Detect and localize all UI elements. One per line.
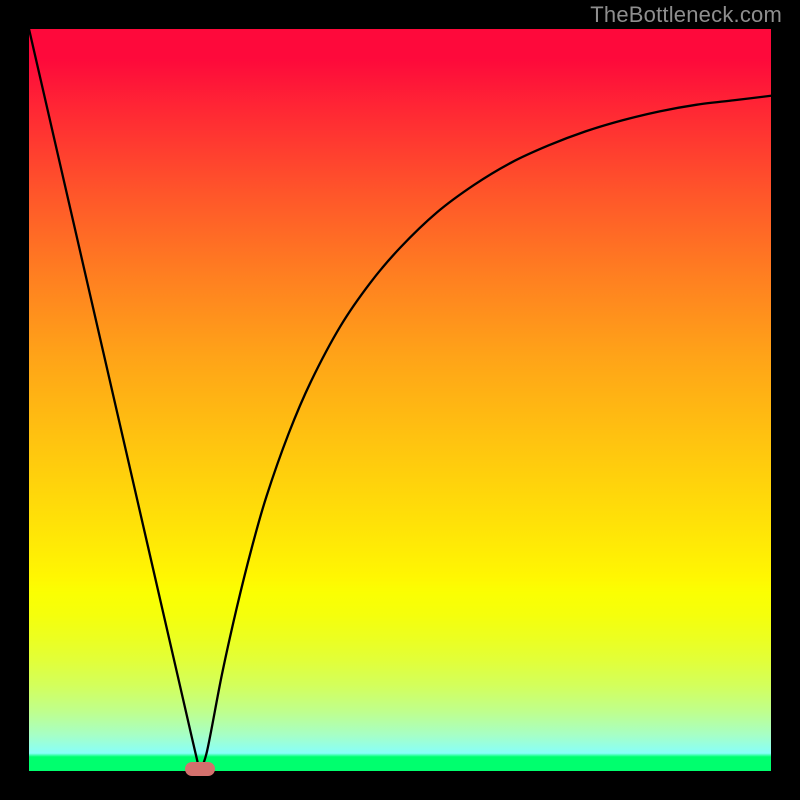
curve-svg (29, 29, 771, 771)
plot-area (29, 29, 771, 771)
watermark-text: TheBottleneck.com (590, 2, 782, 28)
chart-container: TheBottleneck.com (0, 0, 800, 800)
bottleneck-curve (29, 29, 771, 771)
minimum-marker (185, 762, 215, 776)
